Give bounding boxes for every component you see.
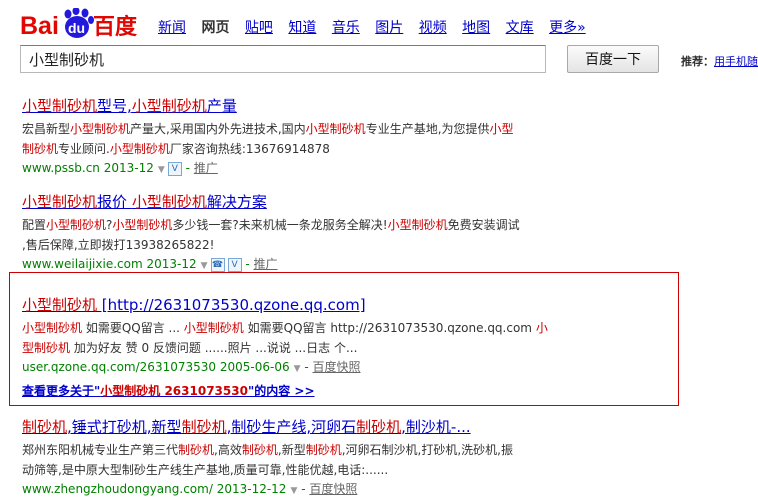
- dropdown-arrow-icon[interactable]: ▼: [290, 486, 297, 496]
- title-keyword: 小型制砂机: [131, 193, 207, 211]
- result-4: 制砂机,锤式打砂机,新型制砂机,制砂生产线,河卵石制砂机,制沙机-... 郑州东…: [22, 418, 567, 500]
- dropdown-arrow-icon[interactable]: ▼: [158, 165, 165, 175]
- nav-web[interactable]: 网页: [201, 20, 229, 36]
- promo-link[interactable]: 推广: [194, 161, 218, 175]
- abstract-line: 制砂机专业顾问.小型制砂机厂家咨询热线:13676914878: [22, 142, 330, 156]
- recommend-link[interactable]: 用手机随: [714, 55, 758, 68]
- abstract-line: 配置小型制砂机?小型制砂机多少钱一套?未来机械一条龙服务全解决!小型制砂机免费安…: [22, 218, 520, 232]
- snapshot-link[interactable]: 百度快照: [312, 360, 360, 374]
- abstract-line: 宏昌新型小型制砂机产量大,采用国内外先进技术,国内小型制砂机专业生产基地,为您提…: [22, 122, 514, 136]
- title-text: ,锤式打砂机,新型: [67, 418, 182, 436]
- title-keyword: 小型制砂机: [22, 296, 98, 314]
- title-text: 产量: [206, 97, 237, 115]
- abstract-line: 动筛等,是中原大型制砂生产线生产基地,质量可靠,性能优越,电话:......: [22, 463, 389, 477]
- logo-bai-text: Bai: [20, 12, 59, 40]
- title-keyword: 制砂机: [181, 418, 227, 436]
- title-text: 型号,: [97, 97, 132, 115]
- result-date: 2013-12-12: [216, 482, 287, 496]
- logo-du-text: du: [68, 20, 85, 36]
- dropdown-arrow-icon[interactable]: ▼: [201, 261, 208, 271]
- phone-icon[interactable]: ☎: [210, 257, 225, 272]
- title-text: ,制沙机-...: [401, 418, 471, 436]
- nav-more[interactable]: 更多»: [549, 20, 586, 36]
- result-meta: www.zhengzhoudongyang.com/ 2013-12-12 ▼ -…: [22, 482, 358, 496]
- nav-wenku[interactable]: 文库: [506, 20, 534, 36]
- result-date: 2013-12: [103, 161, 154, 175]
- title-text: [http://2631073530.qzone.qq.com]: [97, 296, 366, 314]
- title-text: 解决方案: [206, 193, 267, 211]
- recommend-label: 推荐：: [681, 55, 714, 68]
- result-2: 小型制砂机报价 小型制砂机解决方案 配置小型制砂机?小型制砂机多少钱一套?未来机…: [22, 193, 567, 275]
- title-keyword: 小型制砂机: [22, 193, 98, 211]
- search-button[interactable]: 百度一下: [567, 45, 659, 73]
- abstract-line: 郑州东阳机械专业生产第三代制砂机,高效制砂机,新型制砂机,河卵石制沙机,打砂机,…: [22, 443, 513, 457]
- nav-tieba[interactable]: 贴吧: [245, 20, 273, 36]
- verified-v-icon[interactable]: V: [167, 161, 182, 176]
- logo-cn-text: 百度: [93, 14, 138, 40]
- title-keyword: 小型制砂机: [131, 97, 207, 115]
- nav-video[interactable]: 视频: [419, 20, 447, 36]
- result-url: user.qzone.qq.com/2631073530: [22, 360, 217, 374]
- result-abstract: 郑州东阳机械专业生产第三代制砂机,高效制砂机,新型制砂机,河卵石制沙机,打砂机,…: [22, 440, 567, 480]
- result-date: 2005-06-06: [219, 360, 290, 374]
- result-url: www.weilaijixie.com: [22, 257, 143, 271]
- nav-images[interactable]: 图片: [375, 20, 403, 36]
- title-text: ,制砂生产线,河卵石: [226, 418, 357, 436]
- verified-v-icon[interactable]: V: [227, 257, 242, 272]
- abstract-line: ,售后保障,立即拨打13938265822!: [22, 238, 215, 252]
- nav-music[interactable]: 音乐: [332, 20, 360, 36]
- nav-map[interactable]: 地图: [462, 20, 490, 36]
- result-title[interactable]: 小型制砂机报价 小型制砂机解决方案: [22, 193, 567, 211]
- result-date: 2013-12: [146, 257, 197, 271]
- baidu-logo[interactable]: Bai du 百度: [20, 7, 142, 42]
- nav-news[interactable]: 新闻: [158, 20, 186, 36]
- title-keyword: 制砂机: [356, 418, 402, 436]
- result-abstract: 小型制砂机 如需要QQ留言 ... 小型制砂机 如需要QQ留言 http://2…: [22, 318, 562, 358]
- abstract-line: 型制砂机 加为好友 赞 0 反馈问题 ......照片 ...说说 ...日志 …: [22, 341, 358, 355]
- title-keyword: 小型制砂机: [22, 97, 98, 115]
- title-keyword: 制砂机: [22, 418, 68, 436]
- result-abstract: 配置小型制砂机?小型制砂机多少钱一套?未来机械一条龙服务全解决!小型制砂机免费安…: [22, 215, 567, 255]
- nav-zhidao[interactable]: 知道: [288, 20, 316, 36]
- title-text: 报价: [97, 193, 128, 211]
- top-nav: 新闻 网页 贴吧 知道 音乐 图片 视频 地图 文库 更多»: [158, 17, 597, 37]
- result-abstract: 宏昌新型小型制砂机产量大,采用国内外先进技术,国内小型制砂机专业生产基地,为您提…: [22, 119, 567, 159]
- snapshot-link[interactable]: 百度快照: [309, 482, 357, 496]
- result-3: 小型制砂机 [http://2631073530.qzone.qq.com] 小…: [22, 296, 562, 399]
- result-meta: www.pssb.cn 2013-12 ▼ V - 推广: [22, 161, 218, 176]
- result-title[interactable]: 小型制砂机型号,小型制砂机产量: [22, 97, 567, 115]
- more-results-link[interactable]: 查看更多关于"小型制砂机 2631073530"的内容 >>: [22, 384, 315, 398]
- result-url: www.pssb.cn: [22, 161, 100, 175]
- search-input[interactable]: [20, 45, 546, 73]
- recommend-bar: 推荐：用手机随: [681, 53, 758, 69]
- dropdown-arrow-icon[interactable]: ▼: [294, 364, 301, 374]
- result-title[interactable]: 制砂机,锤式打砂机,新型制砂机,制砂生产线,河卵石制砂机,制沙机-...: [22, 418, 567, 436]
- result-1: 小型制砂机型号,小型制砂机产量 宏昌新型小型制砂机产量大,采用国内外先进技术,国…: [22, 97, 567, 179]
- result-title[interactable]: 小型制砂机 [http://2631073530.qzone.qq.com]: [22, 296, 562, 314]
- promo-link[interactable]: 推广: [254, 257, 278, 271]
- result-url: www.zhengzhoudongyang.com/: [22, 482, 213, 496]
- result-meta: user.qzone.qq.com/2631073530 2005-06-06 ▼…: [22, 360, 361, 374]
- abstract-line: 小型制砂机 如需要QQ留言 ... 小型制砂机 如需要QQ留言 http://2…: [22, 321, 548, 335]
